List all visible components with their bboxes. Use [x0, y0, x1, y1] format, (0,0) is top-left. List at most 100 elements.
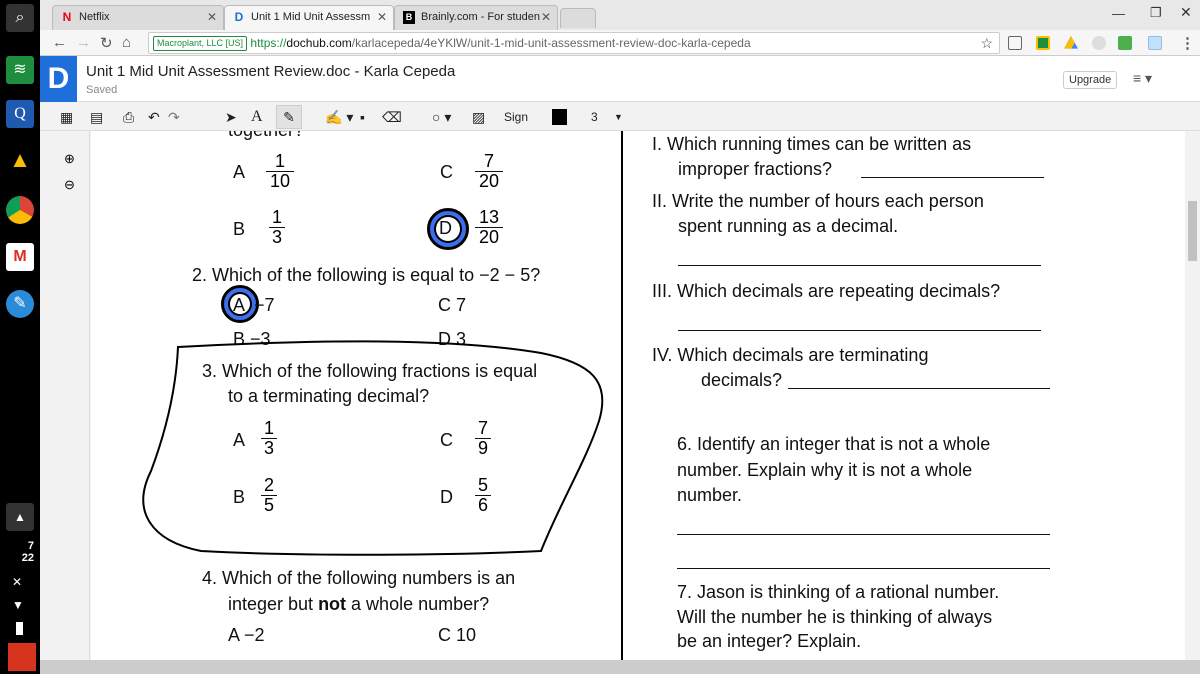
image-icon[interactable]: ▨ — [472, 108, 485, 126]
dochub-icon: D — [234, 10, 244, 24]
horizontal-scrollbar[interactable] — [40, 660, 1200, 674]
cast-icon[interactable] — [1008, 36, 1022, 50]
pages-icon[interactable]: ▤ — [90, 108, 103, 126]
pencil-icon[interactable]: ✎ — [276, 105, 302, 129]
color-swatch[interactable] — [552, 109, 567, 125]
url-scheme: https:// — [250, 36, 287, 50]
dochub-logo[interactable]: D — [40, 56, 77, 102]
zoom-out-icon[interactable]: ⊖ — [64, 177, 75, 193]
highlighter-icon[interactable]: ✍ ▾ — [325, 108, 353, 126]
chrome-menu-icon[interactable]: ⋮ — [1180, 34, 1195, 52]
quizlet-icon[interactable]: Q — [6, 100, 34, 128]
security-badge[interactable]: Macroplant, LLC [US] — [153, 36, 248, 51]
q3-option-a: 13 — [261, 419, 277, 458]
eraser-icon[interactable]: ⌫ — [382, 108, 402, 126]
back-icon[interactable]: ← — [52, 34, 67, 51]
pen-app-icon[interactable]: ✎ — [6, 290, 34, 318]
gmail-icon[interactable]: M — [6, 243, 34, 271]
drive-extension-icon[interactable] — [1064, 36, 1078, 49]
close-window-icon[interactable]: ✕ — [1180, 4, 1192, 21]
close-tab-icon[interactable]: ✕ — [207, 6, 217, 29]
vertical-scrollbar[interactable] — [1185, 131, 1200, 660]
brainly-icon: B — [403, 11, 415, 24]
select-arrow-icon[interactable]: ➤ — [225, 108, 237, 126]
battery-icon[interactable] — [16, 622, 23, 635]
question-ii: II. Write the number of hours each perso… — [652, 191, 984, 211]
question-7-line1: 7. Jason is thinking of a rational numbe… — [677, 582, 1000, 602]
menu-icon[interactable]: ≡ ▾ — [1133, 70, 1152, 87]
text-tool-icon[interactable]: A — [251, 108, 263, 126]
stroke-size[interactable]: 3 — [591, 108, 598, 126]
extension-icon[interactable] — [1092, 36, 1106, 50]
restore-icon[interactable]: ❐ — [1150, 5, 1162, 21]
freehand-outline-annotation[interactable] — [91, 131, 631, 571]
document-page[interactable]: together? A 110 B 13 C 720 D 1320 2. Whi… — [91, 131, 1185, 660]
chrome-icon[interactable] — [6, 196, 34, 224]
redo-icon[interactable]: ↷ — [168, 108, 180, 126]
shape-circle-icon[interactable]: ○ ▾ — [432, 108, 451, 126]
question-iii: III. Which decimals are repeating decima… — [652, 281, 1001, 301]
option-letter: B — [233, 487, 246, 507]
bookmark-star-icon[interactable]: ☆ — [980, 33, 993, 53]
question-4-line1: 4. Which of the following numbers is an — [202, 568, 516, 588]
wifi-icon[interactable]: ▼ — [12, 598, 24, 612]
drive-icon[interactable]: ▲ — [6, 146, 34, 174]
q3-option-c: 79 — [475, 419, 491, 458]
tab-netflix[interactable]: N Netflix ✕ — [52, 5, 224, 30]
question-7-line2: Will the number he is thinking of always — [677, 607, 993, 627]
zoom-in-icon[interactable]: ⊕ — [64, 151, 75, 167]
sign-button[interactable]: Sign — [504, 108, 528, 126]
extension-icon[interactable] — [1118, 36, 1132, 50]
tab-label: Brainly.com - For studen — [421, 11, 541, 23]
comment-icon[interactable]: ▪ — [360, 108, 365, 126]
netflix-icon: N — [62, 10, 72, 24]
question-4-line2: integer but not a whole number? — [228, 594, 490, 614]
question-6-line3: number. — [677, 485, 743, 505]
chevron-down-icon[interactable]: ▼ — [614, 108, 623, 126]
zoom-column: ⊕ ⊖ — [40, 131, 90, 660]
scrollbar-thumb[interactable] — [1188, 201, 1197, 261]
option-letter: C — [440, 430, 453, 450]
search-icon[interactable]: ⌕ — [6, 4, 34, 32]
clock-hour: 7 — [27, 540, 34, 552]
option-letter: A — [233, 430, 246, 450]
question-iv: IV. Which decimals are terminating — [652, 345, 929, 365]
url-domain: dochub.com — [286, 36, 352, 50]
print-icon[interactable]: ⎙ — [123, 108, 134, 126]
undo-icon[interactable]: ↶ — [148, 108, 160, 126]
clock-minute: 22 — [21, 552, 34, 564]
q4-option-a: A −2 — [228, 625, 265, 645]
q3-option-d: 56 — [475, 476, 491, 515]
answer-line — [861, 177, 1044, 178]
tab-label: Unit 1 Mid Unit Assessm — [251, 11, 371, 23]
answer-line — [677, 534, 1050, 535]
classroom-icon[interactable] — [1036, 36, 1050, 50]
tab-brainly[interactable]: B Brainly.com - For studen ✕ — [394, 5, 558, 30]
home-icon[interactable]: ⌂ — [122, 34, 131, 51]
question-3-line2: to a terminating decimal? — [228, 386, 430, 406]
weather-extension-icon[interactable] — [1148, 36, 1162, 50]
mute-icon[interactable]: ✕ — [12, 575, 22, 589]
reload-icon[interactable]: ↻ — [100, 34, 113, 52]
tab-dochub[interactable]: D Unit 1 Mid Unit Assessm ✕ — [224, 5, 394, 30]
question-6-line1: 6. Identify an integer that is not a who… — [677, 434, 991, 454]
notification-bell-icon[interactable]: ▲ — [6, 503, 34, 531]
avatar[interactable] — [8, 643, 36, 671]
minimize-icon[interactable]: — — [1112, 6, 1125, 21]
url-input[interactable]: Macroplant, LLC [US] https://dochub.com/… — [148, 32, 1000, 54]
new-tab-button[interactable] — [560, 8, 596, 28]
close-tab-icon[interactable]: ✕ — [541, 6, 551, 29]
forward-icon[interactable]: → — [76, 34, 91, 51]
os-shelf: ⌕ ≋ Q ▲ M ✎ ▲ 7 22 ✕ ▼ — [0, 0, 40, 674]
clock[interactable]: 7 22 — [6, 540, 34, 564]
question-ii-line2: spent running as a decimal. — [678, 216, 899, 236]
toolbar: ▦ ▤ ⎙ ↶ ↷ ➤ A ✎ ✍ ▾ ▪ ⌫ ○ ▾ ▨ Sign 3 ▼ — [40, 103, 1200, 131]
question-i-line2: improper fractions? — [678, 159, 833, 179]
question-7-line3: be an integer? Explain. — [677, 631, 862, 651]
document-title[interactable]: Unit 1 Mid Unit Assessment Review.doc - … — [86, 63, 455, 80]
question-iv-line2: decimals? — [701, 370, 783, 390]
upgrade-button[interactable]: Upgrade — [1063, 71, 1118, 89]
cast-app-icon[interactable]: ≋ — [6, 56, 34, 84]
grid-icon[interactable]: ▦ — [60, 108, 73, 126]
close-tab-icon[interactable]: ✕ — [377, 6, 387, 29]
